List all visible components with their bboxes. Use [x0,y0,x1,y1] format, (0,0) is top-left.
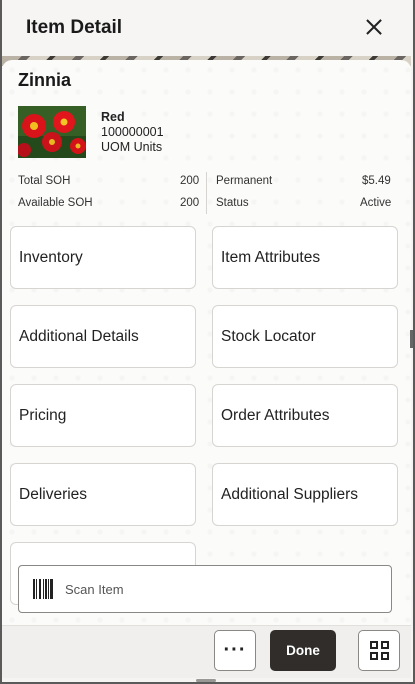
scan-item-field[interactable]: Scan Item [18,565,392,613]
total-soh-label: Total SOH [18,175,71,187]
footer-toolbar: ··· Done [2,625,411,678]
stats-divider [206,172,207,214]
resize-handle[interactable] [410,330,413,348]
status-value: Active [360,197,392,209]
item-uom: UOM Units [101,140,163,154]
total-soh-value: 200 [180,175,200,187]
more-options-button[interactable]: ··· [214,630,256,671]
stock-summary: Total SOH 200 Available SOH 200 Permanen… [18,170,392,216]
tile-additional-suppliers[interactable]: Additional Suppliers [212,463,398,526]
close-icon[interactable] [365,18,383,36]
dialog-header: Item Detail [2,0,411,56]
tile-item-attributes[interactable]: Item Attributes [212,226,398,289]
tile-pricing[interactable]: Pricing [10,384,196,447]
available-soh-value: 200 [180,197,200,209]
item-meta: Red 100000001 UOM Units [101,110,164,155]
home-indicator [196,679,216,682]
tile-deliveries[interactable]: Deliveries [10,463,196,526]
item-color: Red [101,110,125,124]
done-button[interactable]: Done [270,630,336,671]
tile-order-attributes[interactable]: Order Attributes [212,384,398,447]
item-detail-content: Zinnia Red 100000001 UOM Units Total SOH… [2,60,411,625]
item-name: Zinnia [18,70,71,90]
scan-item-label: Scan Item [65,581,124,597]
status-label: Status [216,197,249,209]
tile-inventory[interactable]: Inventory [10,226,196,289]
barcode-icon [33,579,53,599]
grid-icon [369,641,389,660]
dialog-title: Item Detail [26,17,123,38]
available-soh-label: Available SOH [18,197,93,209]
price-value: $5.49 [362,175,391,187]
tile-additional-details[interactable]: Additional Details [10,305,196,368]
item-number: 100000001 [101,125,164,139]
tile-stock-locator[interactable]: Stock Locator [212,305,398,368]
price-label: Permanent [216,175,273,187]
item-image [18,106,86,158]
grid-view-button[interactable] [358,630,400,671]
